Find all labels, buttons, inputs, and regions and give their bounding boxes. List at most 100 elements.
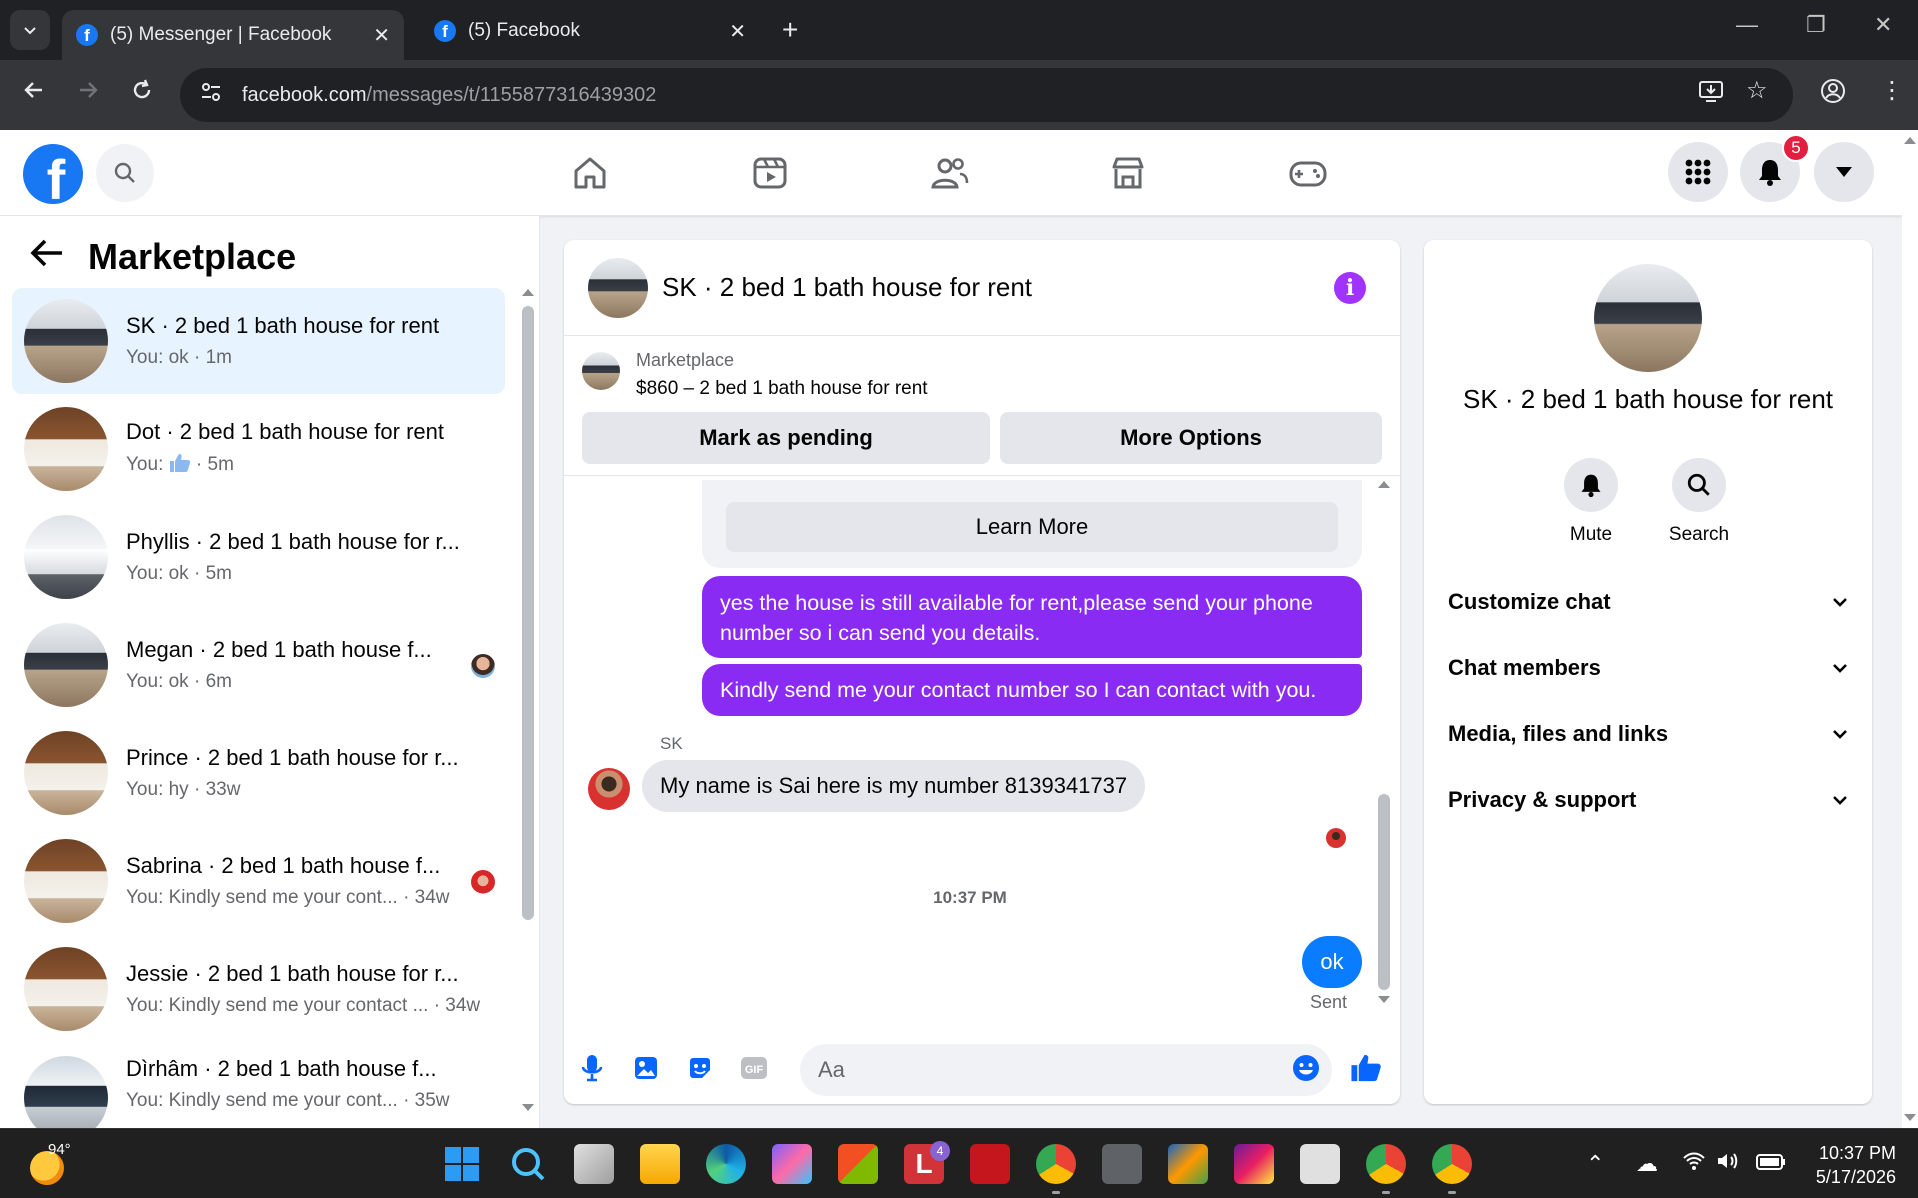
message-input[interactable]: Aa xyxy=(800,1044,1332,1096)
running-indicator xyxy=(1448,1191,1456,1194)
restore-button[interactable]: ❐ xyxy=(1806,12,1826,38)
snipping-tool-icon[interactable] xyxy=(1300,1144,1340,1184)
outgoing-message[interactable]: Kindly send me your contact number so I … xyxy=(702,664,1362,716)
chat-scrollbar[interactable] xyxy=(1376,478,1392,1008)
bookmark-star-icon[interactable]: ☆ xyxy=(1746,76,1768,105)
nav-home[interactable] xyxy=(560,150,620,196)
game-icon[interactable] xyxy=(1168,1144,1208,1184)
search-icon[interactable] xyxy=(508,1144,548,1184)
install-app-icon[interactable] xyxy=(1698,78,1724,111)
emoji-icon[interactable] xyxy=(1290,1052,1322,1084)
conversation-item[interactable]: SK · 2 bed 1 bath house for rent You: ok… xyxy=(12,288,505,394)
customize-chat-section[interactable]: Customize chat xyxy=(1448,582,1848,622)
gif-icon[interactable]: GIF xyxy=(738,1052,770,1084)
edge-icon[interactable] xyxy=(706,1144,746,1184)
back-arrow-icon[interactable] xyxy=(30,238,64,277)
media-files-links-section[interactable]: Media, files and links xyxy=(1448,714,1848,754)
page-scrollbar[interactable] xyxy=(1902,130,1918,1128)
conversation-item[interactable]: Megan · 2 bed 1 bath house f... You: ok … xyxy=(12,612,505,718)
windows-taskbar: 94° L 4 ⌃ ☁ 10:37 PM 5/17/2026 xyxy=(0,1128,1918,1198)
conversation-item[interactable]: Dot · 2 bed 1 bath house for rent You: ·… xyxy=(12,396,505,502)
start-icon[interactable] xyxy=(442,1144,482,1184)
tab-search-button[interactable] xyxy=(10,10,50,50)
chrome-profile-icon[interactable] xyxy=(1366,1144,1406,1184)
copilot-icon[interactable] xyxy=(772,1144,812,1184)
address-bar[interactable]: facebook.com/messages/t/1155877316439302 xyxy=(180,68,1793,122)
store-icon[interactable] xyxy=(838,1144,878,1184)
chat-header[interactable]: SK · 2 bed 1 bath house for rent i xyxy=(564,240,1400,336)
conversation-item[interactable]: Prince · 2 bed 1 bath house for r... You… xyxy=(12,720,505,826)
more-options-button[interactable]: More Options xyxy=(1000,412,1382,464)
scroll-up-icon[interactable] xyxy=(520,286,536,298)
marketplace-listing-bar: Marketplace $860 – 2 bed 1 bath house fo… xyxy=(564,336,1400,476)
facebook-search-button[interactable] xyxy=(96,144,154,202)
privacy-support-section[interactable]: Privacy & support xyxy=(1448,780,1848,820)
listing-title[interactable]: $860 – 2 bed 1 bath house for rent xyxy=(636,378,928,400)
camera-icon[interactable] xyxy=(1102,1144,1142,1184)
tab-messenger[interactable]: f (5) Messenger | Facebook ✕ xyxy=(62,10,404,60)
conversation-item[interactable]: Jessie · 2 bed 1 bath house for r... You… xyxy=(12,936,505,1042)
minimize-button[interactable]: — xyxy=(1736,12,1758,38)
show-hidden-icons-icon[interactable]: ⌃ xyxy=(1586,1151,1604,1177)
profile-icon[interactable] xyxy=(1820,78,1846,111)
facebook-logo-icon[interactable]: f xyxy=(23,144,83,204)
nav-marketplace[interactable] xyxy=(1098,150,1158,196)
photo-icon[interactable] xyxy=(630,1052,662,1084)
site-info-icon[interactable] xyxy=(200,81,224,109)
conversation-item[interactable]: Sabrina · 2 bed 1 bath house f... You: K… xyxy=(12,828,505,934)
outgoing-message[interactable]: ok xyxy=(1302,936,1362,988)
kebab-menu-icon[interactable]: ⋮ xyxy=(1880,76,1904,105)
back-button[interactable] xyxy=(22,78,46,109)
reload-button[interactable] xyxy=(130,78,154,109)
close-icon[interactable]: ✕ xyxy=(729,19,746,44)
reload-icon xyxy=(133,79,151,99)
chrome-icon[interactable] xyxy=(1036,1144,1076,1184)
close-window-button[interactable]: ✕ xyxy=(1874,12,1892,38)
system-clock[interactable]: 10:37 PM 5/17/2026 xyxy=(1796,1141,1896,1189)
avatar xyxy=(24,947,108,1031)
forward-button[interactable] xyxy=(76,78,100,109)
battery-icon[interactable] xyxy=(1756,1151,1786,1177)
like-thumbs-up-icon[interactable] xyxy=(1350,1052,1382,1084)
scroll-down-icon[interactable] xyxy=(520,1102,536,1114)
new-tab-button[interactable]: + xyxy=(782,14,798,46)
wifi-icon[interactable] xyxy=(1682,1151,1706,1177)
sender-avatar[interactable] xyxy=(588,768,630,810)
running-indicator xyxy=(1052,1191,1060,1194)
outgoing-message[interactable]: yes the house is still available for ren… xyxy=(702,576,1362,658)
nav-gaming[interactable] xyxy=(1278,150,1338,196)
clock-time: 10:37 PM xyxy=(1818,1143,1896,1163)
chat-members-section[interactable]: Chat members xyxy=(1448,648,1848,688)
scrollbar-thumb[interactable] xyxy=(1378,794,1390,990)
conversation-item[interactable]: Dìrhâm · 2 bed 1 bath house f... You: Ki… xyxy=(12,1044,505,1128)
scroll-down-icon[interactable] xyxy=(1376,994,1392,1006)
task-view-icon[interactable] xyxy=(574,1144,614,1184)
section-label: Privacy & support xyxy=(1448,787,1637,812)
menu-button[interactable] xyxy=(1668,142,1728,202)
tab-facebook[interactable]: f (5) Facebook ✕ xyxy=(420,10,760,52)
scroll-up-icon[interactable] xyxy=(1902,134,1918,146)
conversation-list-scrollbar[interactable] xyxy=(520,286,536,1116)
scrollbar-thumb[interactable] xyxy=(522,306,534,920)
bubble-game-icon[interactable] xyxy=(1234,1144,1274,1184)
scroll-down-icon[interactable] xyxy=(1902,1112,1918,1124)
cloud-icon[interactable]: ☁ xyxy=(1636,1151,1658,1177)
mcafee-icon[interactable] xyxy=(970,1144,1010,1184)
mute-button[interactable]: Mute xyxy=(1541,458,1641,546)
incoming-message[interactable]: My name is Sai here is my number 8139341… xyxy=(642,760,1146,812)
close-icon[interactable]: ✕ xyxy=(373,23,390,48)
mark-as-pending-button[interactable]: Mark as pending xyxy=(582,412,990,464)
nav-friends[interactable] xyxy=(920,150,980,196)
nav-video[interactable] xyxy=(740,150,800,196)
chrome-profile-icon[interactable] xyxy=(1432,1144,1472,1184)
microphone-icon[interactable] xyxy=(576,1052,608,1084)
file-explorer-icon[interactable] xyxy=(640,1144,680,1184)
sticker-icon[interactable] xyxy=(684,1052,716,1084)
volume-icon[interactable] xyxy=(1716,1151,1740,1177)
learn-more-button[interactable]: Learn More xyxy=(726,502,1338,552)
account-button[interactable] xyxy=(1814,142,1874,202)
info-icon[interactable]: i xyxy=(1334,272,1366,304)
conversation-item[interactable]: Phyllis · 2 bed 1 bath house for r... Yo… xyxy=(12,504,505,610)
search-in-conversation-button[interactable]: Search xyxy=(1649,458,1749,546)
scroll-up-icon[interactable] xyxy=(1376,478,1392,490)
